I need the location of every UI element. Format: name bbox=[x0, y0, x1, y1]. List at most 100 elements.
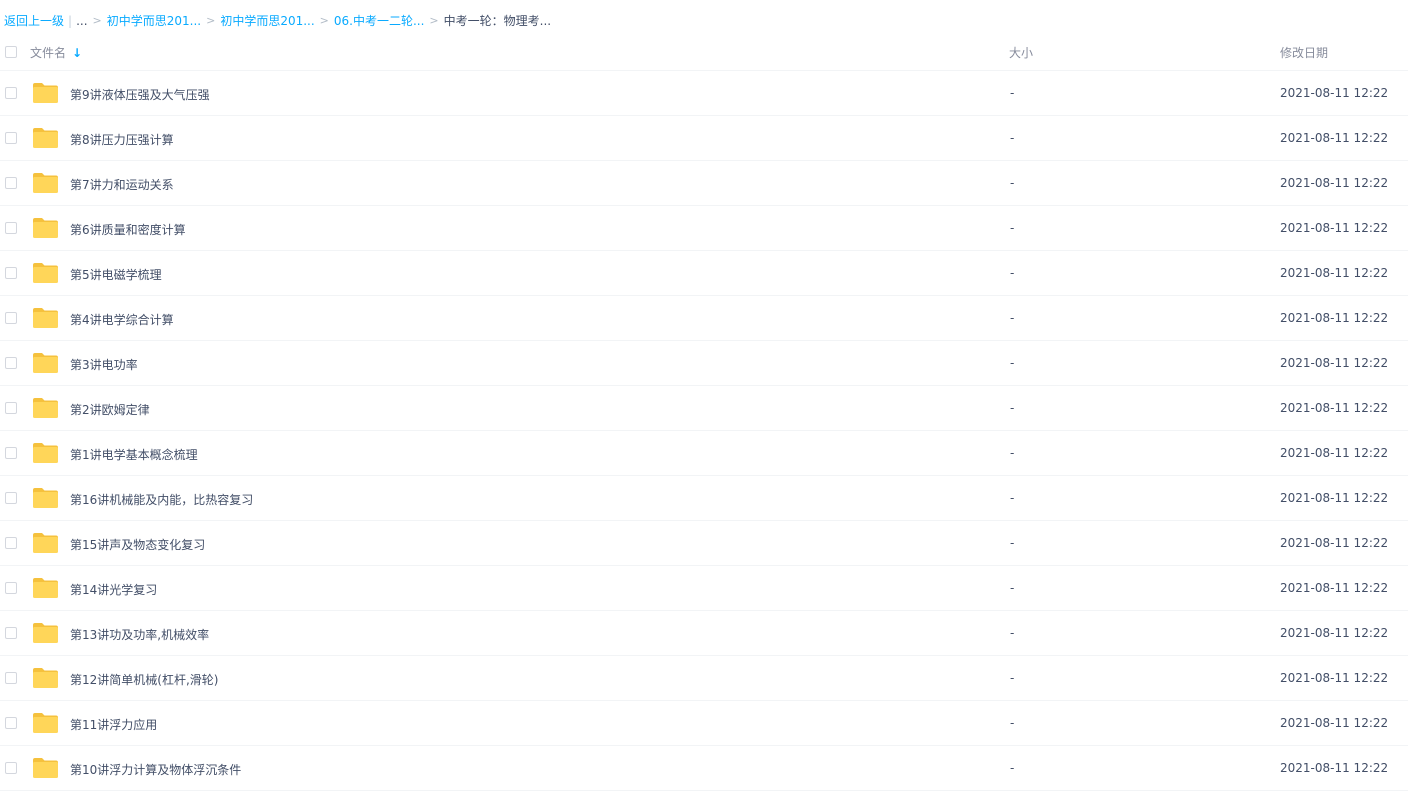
file-size: - bbox=[1010, 176, 1015, 190]
folder-icon[interactable] bbox=[32, 712, 59, 734]
file-name[interactable]: 第4讲电学综合计算 bbox=[70, 311, 174, 328]
file-name[interactable]: 第9讲液体压强及大气压强 bbox=[70, 86, 210, 103]
table-row[interactable]: 第2讲欧姆定律 - 2021-08-11 12:22 bbox=[0, 386, 1408, 431]
file-date: 2021-08-11 12:22 bbox=[1280, 401, 1389, 415]
row-checkbox[interactable] bbox=[5, 132, 17, 144]
breadcrumb-ellipsis[interactable]: ... bbox=[76, 12, 87, 30]
file-size: - bbox=[1010, 761, 1015, 775]
file-date: 2021-08-11 12:22 bbox=[1280, 221, 1389, 235]
table-row[interactable]: 第4讲电学综合计算 - 2021-08-11 12:22 bbox=[0, 296, 1408, 341]
chevron-right-icon: > bbox=[429, 14, 439, 27]
file-size: - bbox=[1010, 716, 1015, 730]
row-checkbox[interactable] bbox=[5, 672, 17, 684]
breadcrumb-item[interactable]: 初中学而思201... bbox=[220, 12, 314, 30]
folder-icon[interactable] bbox=[32, 757, 59, 779]
file-name[interactable]: 第1讲电学基本概念梳理 bbox=[70, 446, 198, 463]
select-all-checkbox[interactable] bbox=[5, 46, 17, 58]
folder-icon[interactable] bbox=[32, 397, 59, 419]
folder-icon[interactable] bbox=[32, 127, 59, 149]
chevron-right-icon: > bbox=[319, 14, 329, 27]
file-date: 2021-08-11 12:22 bbox=[1280, 86, 1389, 100]
file-name[interactable]: 第7讲力和运动关系 bbox=[70, 176, 174, 193]
folder-icon[interactable] bbox=[32, 577, 59, 599]
file-date: 2021-08-11 12:22 bbox=[1280, 671, 1389, 685]
folder-icon[interactable] bbox=[32, 352, 59, 374]
row-checkbox[interactable] bbox=[5, 312, 17, 324]
table-row[interactable]: 第10讲浮力计算及物体浮沉条件 - 2021-08-11 12:22 bbox=[0, 746, 1408, 791]
table-row[interactable]: 第11讲浮力应用 - 2021-08-11 12:22 bbox=[0, 701, 1408, 746]
folder-icon[interactable] bbox=[32, 442, 59, 464]
folder-icon[interactable] bbox=[32, 82, 59, 104]
row-checkbox[interactable] bbox=[5, 402, 17, 414]
table-row[interactable]: 第5讲电磁学梳理 - 2021-08-11 12:22 bbox=[0, 251, 1408, 296]
file-date: 2021-08-11 12:22 bbox=[1280, 131, 1389, 145]
column-header-date[interactable]: 修改日期 bbox=[1280, 44, 1328, 61]
column-header-size[interactable]: 大小 bbox=[1009, 44, 1033, 61]
row-checkbox[interactable] bbox=[5, 177, 17, 189]
file-date: 2021-08-11 12:22 bbox=[1280, 356, 1389, 370]
table-row[interactable]: 第14讲光学复习 - 2021-08-11 12:22 bbox=[0, 566, 1408, 611]
row-checkbox[interactable] bbox=[5, 357, 17, 369]
file-rows: 第9讲液体压强及大气压强 - 2021-08-11 12:22 第8讲压力压强计… bbox=[0, 71, 1408, 791]
file-size: - bbox=[1010, 401, 1015, 415]
file-size: - bbox=[1010, 131, 1015, 145]
file-size: - bbox=[1010, 626, 1015, 640]
table-row[interactable]: 第1讲电学基本概念梳理 - 2021-08-11 12:22 bbox=[0, 431, 1408, 476]
file-name[interactable]: 第14讲光学复习 bbox=[70, 581, 157, 598]
row-checkbox[interactable] bbox=[5, 762, 17, 774]
column-header-name-label: 文件名 bbox=[30, 46, 67, 60]
file-name[interactable]: 第2讲欧姆定律 bbox=[70, 401, 150, 418]
file-date: 2021-08-11 12:22 bbox=[1280, 761, 1389, 775]
back-link[interactable]: 返回上一级 bbox=[4, 12, 64, 30]
row-checkbox[interactable] bbox=[5, 627, 17, 639]
breadcrumb: 返回上一级 | ... > 初中学而思201... > 初中学而思201... … bbox=[4, 12, 551, 30]
folder-icon[interactable] bbox=[32, 622, 59, 644]
file-name[interactable]: 第8讲压力压强计算 bbox=[70, 131, 174, 148]
file-date: 2021-08-11 12:22 bbox=[1280, 446, 1389, 460]
folder-icon[interactable] bbox=[32, 532, 59, 554]
folder-icon[interactable] bbox=[32, 217, 59, 239]
row-checkbox[interactable] bbox=[5, 582, 17, 594]
row-checkbox[interactable] bbox=[5, 492, 17, 504]
table-row[interactable]: 第7讲力和运动关系 - 2021-08-11 12:22 bbox=[0, 161, 1408, 206]
table-row[interactable]: 第3讲电功率 - 2021-08-11 12:22 bbox=[0, 341, 1408, 386]
table-row[interactable]: 第8讲压力压强计算 - 2021-08-11 12:22 bbox=[0, 116, 1408, 161]
file-date: 2021-08-11 12:22 bbox=[1280, 266, 1389, 280]
column-header-name[interactable]: 文件名 ↓ bbox=[30, 44, 82, 61]
table-row[interactable]: 第6讲质量和密度计算 - 2021-08-11 12:22 bbox=[0, 206, 1408, 251]
file-size: - bbox=[1010, 581, 1015, 595]
arrow-down-icon[interactable]: ↓ bbox=[72, 47, 82, 59]
row-checkbox[interactable] bbox=[5, 447, 17, 459]
file-name[interactable]: 第12讲简单机械(杠杆,滑轮) bbox=[70, 671, 218, 688]
file-name[interactable]: 第16讲机械能及内能，比热容复习 bbox=[70, 491, 253, 508]
file-name[interactable]: 第6讲质量和密度计算 bbox=[70, 221, 186, 238]
file-name[interactable]: 第10讲浮力计算及物体浮沉条件 bbox=[70, 761, 241, 778]
file-date: 2021-08-11 12:22 bbox=[1280, 716, 1389, 730]
chevron-right-icon: > bbox=[92, 14, 102, 27]
table-row[interactable]: 第9讲液体压强及大气压强 - 2021-08-11 12:22 bbox=[0, 71, 1408, 116]
breadcrumb-item[interactable]: 06.中考一二轮... bbox=[334, 12, 425, 30]
folder-icon[interactable] bbox=[32, 487, 59, 509]
file-name[interactable]: 第11讲浮力应用 bbox=[70, 716, 157, 733]
row-checkbox[interactable] bbox=[5, 222, 17, 234]
row-checkbox[interactable] bbox=[5, 87, 17, 99]
row-checkbox[interactable] bbox=[5, 267, 17, 279]
table-row[interactable]: 第16讲机械能及内能，比热容复习 - 2021-08-11 12:22 bbox=[0, 476, 1408, 521]
folder-icon[interactable] bbox=[32, 262, 59, 284]
table-row[interactable]: 第15讲声及物态变化复习 - 2021-08-11 12:22 bbox=[0, 521, 1408, 566]
folder-icon[interactable] bbox=[32, 667, 59, 689]
table-row[interactable]: 第12讲简单机械(杠杆,滑轮) - 2021-08-11 12:22 bbox=[0, 656, 1408, 701]
row-checkbox[interactable] bbox=[5, 537, 17, 549]
file-name[interactable]: 第3讲电功率 bbox=[70, 356, 138, 373]
file-name[interactable]: 第15讲声及物态变化复习 bbox=[70, 536, 205, 553]
folder-icon[interactable] bbox=[32, 172, 59, 194]
file-name[interactable]: 第13讲功及功率,机械效率 bbox=[70, 626, 209, 643]
table-row[interactable]: 第13讲功及功率,机械效率 - 2021-08-11 12:22 bbox=[0, 611, 1408, 656]
folder-icon[interactable] bbox=[32, 307, 59, 329]
file-list: 文件名 ↓ 大小 修改日期 第9讲液体压强及大气压强 - 2021-08-11 … bbox=[0, 34, 1408, 791]
file-size: - bbox=[1010, 221, 1015, 235]
breadcrumb-item[interactable]: 初中学而思201... bbox=[107, 12, 201, 30]
row-checkbox[interactable] bbox=[5, 717, 17, 729]
file-name[interactable]: 第5讲电磁学梳理 bbox=[70, 266, 162, 283]
file-size: - bbox=[1010, 86, 1015, 100]
